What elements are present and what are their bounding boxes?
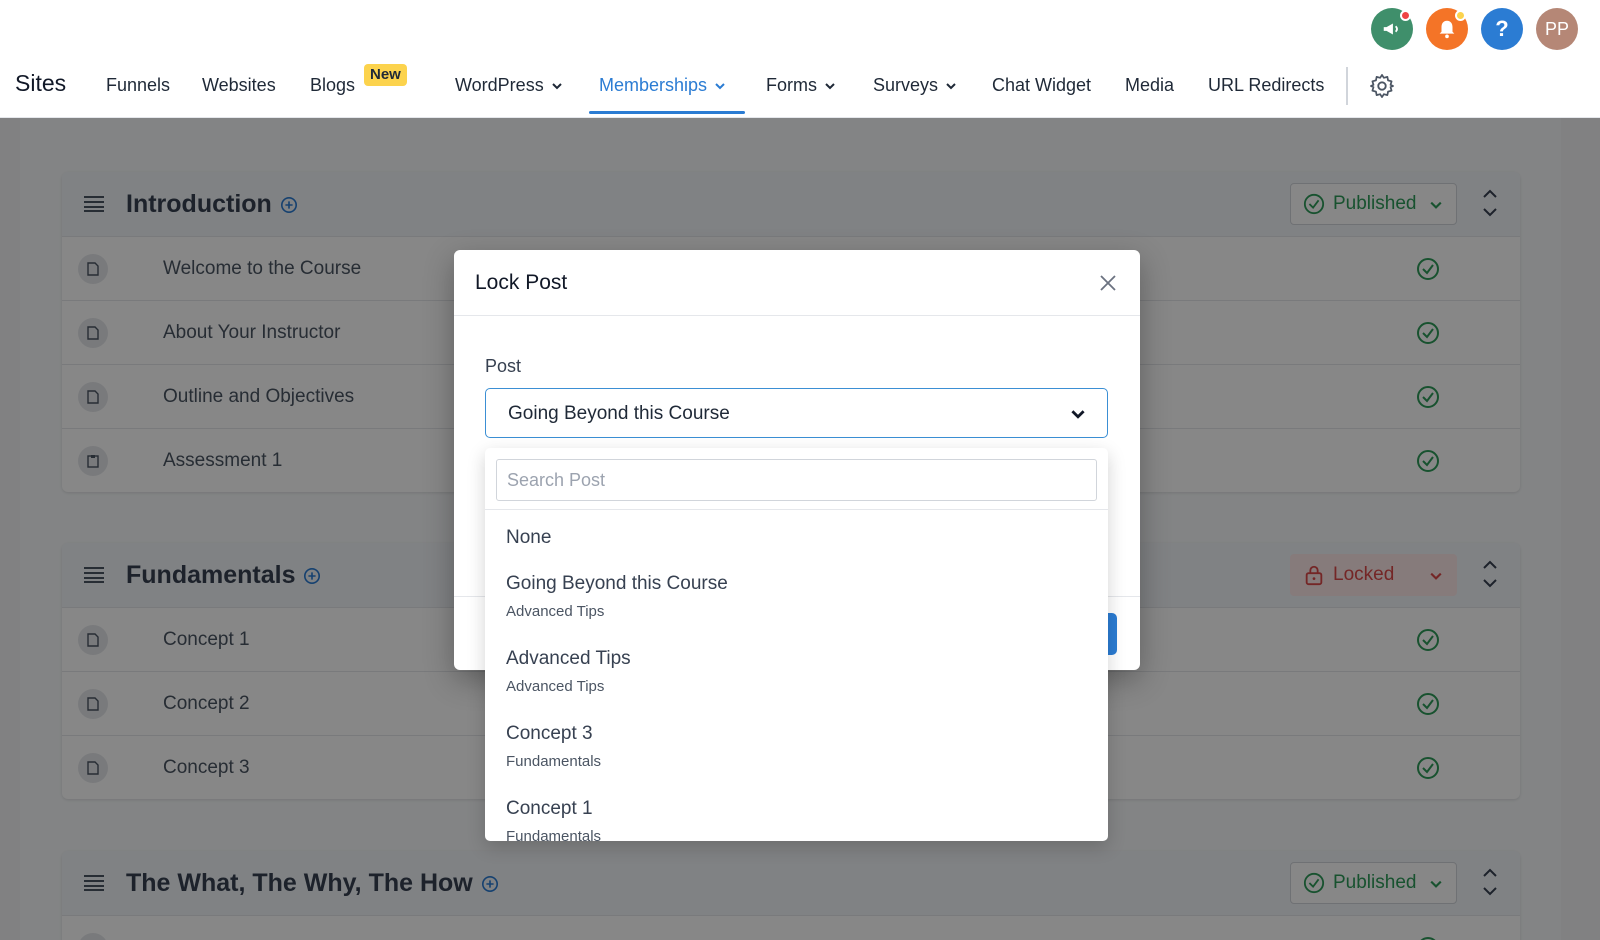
notification-dot <box>1455 10 1466 21</box>
active-tab-indicator <box>589 111 745 114</box>
nav-websites[interactable]: Websites <box>202 75 276 96</box>
nav-label: Blogs <box>310 75 356 95</box>
post-select[interactable]: Going Beyond this Course <box>485 388 1108 438</box>
modal-header: Lock Post <box>454 250 1140 316</box>
search-area <box>485 448 1108 510</box>
megaphone-icon <box>1383 23 1398 35</box>
nav-label: Funnels <box>106 75 171 95</box>
dropdown-option[interactable]: None <box>506 527 1086 549</box>
nav-label: Websites <box>202 75 276 95</box>
post-select-value: Going Beyond this Course <box>508 403 730 424</box>
chevron-down-icon <box>946 82 956 89</box>
nav-blogs[interactable]: Blogs <box>310 75 355 96</box>
nav-label: Chat Widget <box>992 75 1092 95</box>
notifications-button[interactable] <box>1426 8 1468 50</box>
chevron-down-icon <box>1071 410 1085 419</box>
dropdown-option[interactable]: Going Beyond this Course Advanced Tips <box>506 573 1086 620</box>
nav-chat-widget[interactable]: Chat Widget <box>992 75 1091 96</box>
nav-label: Memberships <box>599 75 708 95</box>
nav-wordpress[interactable]: WordPress <box>455 75 562 96</box>
option-subtitle: Fundamentals <box>506 828 602 841</box>
chevron-down-icon <box>825 82 835 89</box>
nav-label: Media <box>1125 75 1175 95</box>
bell-icon <box>1439 20 1455 39</box>
notification-dot <box>1400 10 1411 21</box>
option-title: Concept 1 <box>506 798 593 819</box>
post-field-label: Post <box>485 356 522 376</box>
option-subtitle: Advanced Tips <box>506 678 605 695</box>
nav-surveys[interactable]: Surveys <box>873 75 956 96</box>
announcements-button[interactable] <box>1371 8 1413 50</box>
nav-divider <box>1346 67 1348 105</box>
option-title: None <box>506 527 552 548</box>
nav-label: WordPress <box>455 75 544 95</box>
main-nav: Funnels Websites Blogs New WordPress Mem… <box>0 0 1600 118</box>
nav-url-redirects[interactable]: URL Redirects <box>1208 75 1324 96</box>
dropdown-option[interactable]: Concept 1 Fundamentals <box>506 798 1086 841</box>
modal-title: Lock Post <box>475 271 568 294</box>
option-subtitle: Fundamentals <box>506 753 602 770</box>
dropdown-option[interactable]: Advanced Tips Advanced Tips <box>506 648 1086 695</box>
nav-funnels[interactable]: Funnels <box>106 75 170 96</box>
chevron-down-icon <box>715 82 725 89</box>
chevron-down-icon <box>551 82 562 89</box>
option-title: Going Beyond this Course <box>506 573 728 594</box>
option-title: Concept 3 <box>506 723 593 744</box>
avatar[interactable]: PP <box>1536 8 1578 50</box>
option-subtitle: Advanced Tips <box>506 603 605 620</box>
dropdown-option[interactable]: Concept 3 Fundamentals <box>506 723 1086 770</box>
nav-label: Surveys <box>873 75 939 95</box>
post-dropdown-menu: None Going Beyond this Course Advanced T… <box>485 448 1108 841</box>
top-bar: Sites Funnels Websites Blogs New WordPre… <box>0 0 1600 118</box>
search-input[interactable] <box>496 459 1097 501</box>
option-title: Advanced Tips <box>506 648 631 669</box>
gear-icon[interactable] <box>1368 72 1396 100</box>
nav-forms[interactable]: Forms <box>766 75 835 96</box>
nav-memberships[interactable]: Memberships <box>599 75 725 96</box>
nav-media[interactable]: Media <box>1125 75 1174 96</box>
close-icon[interactable] <box>1098 273 1118 293</box>
help-button[interactable]: ? <box>1481 8 1523 50</box>
new-badge: New <box>364 64 407 86</box>
nav-label: URL Redirects <box>1208 75 1325 95</box>
nav-label: Forms <box>766 75 817 95</box>
